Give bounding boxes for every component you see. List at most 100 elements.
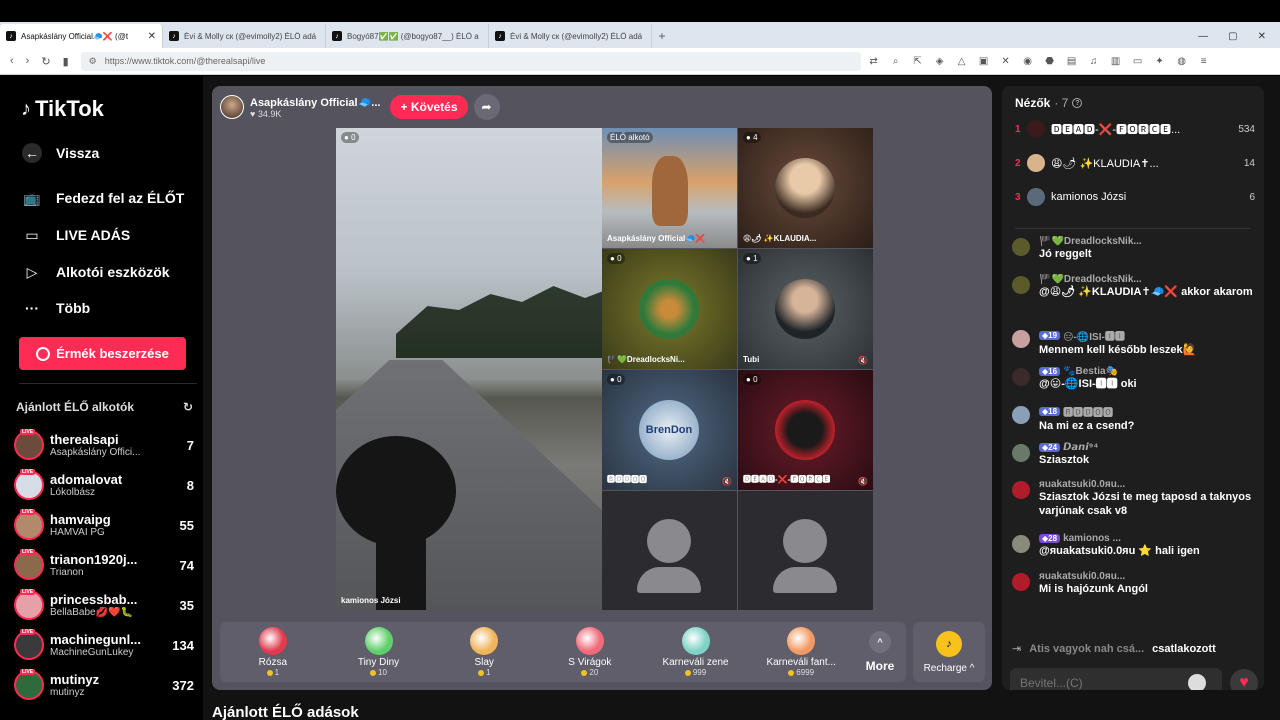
chat-username[interactable]: 🅱🅳🅳🅾🅾 <box>1063 404 1113 419</box>
extension-icon[interactable]: ▣ <box>977 56 991 67</box>
chat-body: ◆16 🐾Bestia🎭 @😛-🌐ISI-🅸🅸 oki <box>1039 366 1256 391</box>
empty-seat-tile[interactable] <box>602 491 737 610</box>
host-avatar[interactable] <box>220 95 244 119</box>
nav-creator-tools[interactable]: ▷ Alkotói eszközök <box>22 262 170 282</box>
gift-item[interactable]: Karneváli fant... 6999 <box>748 622 854 682</box>
url-field[interactable]: ⚙ https://www.tiktok.com/@therealsapi/li… <box>80 51 861 71</box>
nav-more[interactable]: ··· Több <box>22 298 90 318</box>
chat-avatar[interactable] <box>1012 330 1030 348</box>
chat-username[interactable]: 🏴💚DreadlocksNik... <box>1039 274 1142 285</box>
chat-text: Na mi ez a csend? <box>1039 420 1135 432</box>
chat-avatar[interactable] <box>1012 535 1030 553</box>
creator-name: adomalovat <box>50 472 123 487</box>
extension-icon[interactable]: ⬣ <box>1043 56 1057 67</box>
wallet-icon[interactable]: ▭ <box>1131 56 1145 67</box>
browser-tab[interactable]: ♪ Évi & Molly ск (@evimolly2) ÉLŐ adá <box>489 24 652 48</box>
gift-item[interactable]: Karneváli zene 999 <box>643 622 749 682</box>
refresh-icon[interactable]: ↻ <box>183 400 193 414</box>
browser-tab[interactable]: ♪ Bogyó87✅✅ (@bogyo87__) ÉLŐ a <box>326 24 489 48</box>
vpn-icon[interactable]: ◍ <box>1175 56 1189 67</box>
recharge-button[interactable]: ♪ Recharge ^ <box>913 622 985 682</box>
guest-tile[interactable]: ● 4 😩🌶 ✨KLAUDIA... <box>738 128 873 248</box>
new-tab-button[interactable]: + <box>652 24 672 48</box>
extension-icon[interactable]: ◉ <box>1021 56 1035 67</box>
chat-username[interactable]: 𝘿𝙖𝙣𝙞⁹⁴ <box>1063 442 1098 453</box>
extension-icon[interactable]: ✕ <box>999 56 1013 67</box>
recommended-creator[interactable]: LIVE machinegunl... MachineGunLukey 134 <box>14 628 194 662</box>
chat-username[interactable]: 🐾Bestia🎭 <box>1063 366 1118 377</box>
top-viewer[interactable]: 3 kamionos Józsi 6 <box>1015 187 1255 207</box>
follow-button[interactable]: + Követés <box>390 95 468 119</box>
menu-icon[interactable]: ≡ <box>1197 56 1211 67</box>
coin-icon <box>788 669 795 676</box>
site-settings-icon[interactable]: ⚙ <box>89 56 97 67</box>
share-icon[interactable]: ➦ <box>473 94 500 120</box>
browser-tab[interactable]: ♪ Évi & Molly ск (@evimolly2) ÉLŐ adá <box>163 24 326 48</box>
info-icon[interactable]: ? <box>1072 98 1083 108</box>
forward-arrow-icon[interactable]: › <box>26 55 30 68</box>
joined-user[interactable]: Atis vagyok nah csá... <box>1029 643 1144 655</box>
chat-username[interactable]: 😑-🌐ISI-🅸🅸 <box>1063 328 1125 343</box>
browser-tab[interactable]: ♪ Asapkáslány Official🧢❌ (@t ✕ <box>0 24 163 48</box>
heart-like-icon[interactable]: ♥ <box>1230 669 1258 690</box>
guest-tile[interactable]: ● 1 Tubi 🔇 <box>738 249 873 369</box>
tiktok-logo[interactable]: ♪ TikTok <box>21 96 104 122</box>
gift-item[interactable]: Rózsa 1 <box>220 622 326 682</box>
back-link[interactable]: ← Vissza <box>22 143 99 163</box>
recommended-creator[interactable]: LIVE princessbab... BellaBabe💋❤️🐛 35 <box>14 588 194 622</box>
nav-live-studio[interactable]: ▭ LIVE ADÁS <box>22 225 130 245</box>
chat-avatar[interactable] <box>1012 238 1030 256</box>
creator-viewer-count: 7 <box>186 437 194 453</box>
close-tab-icon[interactable]: ✕ <box>148 31 156 42</box>
reload-icon[interactable]: ↻ <box>41 55 50 68</box>
chat-username[interactable]: kamionos ... <box>1063 533 1121 544</box>
more-gifts-button[interactable]: ^ More <box>854 622 906 682</box>
nav-explore-live[interactable]: 📺 Fedezd fel az ÉLŐT <box>22 188 184 208</box>
get-coins-button[interactable]: Érmék beszerzése <box>19 337 186 370</box>
guest-tile[interactable]: ● 0 🅳🅴🅰🅳-❌-🅵🅾🆁🅲🅴 🔇 <box>738 370 873 490</box>
minimize-icon[interactable]: — <box>1198 31 1208 42</box>
gift-item[interactable]: S Virágok 20 <box>537 622 643 682</box>
host-name[interactable]: Asapkáslány Official🧢... <box>250 96 380 109</box>
bookmark-icon[interactable]: ▮ <box>63 55 69 68</box>
zoom-icon[interactable]: ⌕ <box>889 56 903 67</box>
puzzle-icon[interactable]: ✦ <box>1153 56 1167 67</box>
gift-item[interactable]: Tiny Diny 10 <box>326 622 432 682</box>
extension-icon[interactable]: ▤ <box>1065 56 1079 67</box>
shield-icon[interactable]: ◈ <box>933 56 947 67</box>
translate-icon[interactable]: ⇄ <box>867 56 881 67</box>
address-bar-row: ‹ › ↻ ▮ ⚙ https://www.tiktok.com/@therea… <box>0 48 1280 75</box>
viewers-title: Nézők <box>1015 96 1051 110</box>
close-window-icon[interactable]: ✕ <box>1258 31 1266 42</box>
recommended-creator[interactable]: LIVE adomalovat Lókolbász 8 <box>14 468 194 502</box>
maximize-icon[interactable]: ▢ <box>1228 31 1237 42</box>
top-viewer[interactable]: 1 🅳🅴🅰🅳-❌-🅵🅾🆁🅲🅴... 534 <box>1015 119 1255 139</box>
sidebar-icon[interactable]: ▥ <box>1109 56 1123 67</box>
emoji-icon[interactable] <box>1188 674 1206 690</box>
guest-tile[interactable]: ÉLŐ alkotó Asapkáslány Official🧢❌ <box>602 128 737 248</box>
chat-avatar[interactable] <box>1012 276 1030 294</box>
recommended-creator[interactable]: LIVE trianon1920j... Trianon 74 <box>14 548 194 582</box>
triangle-icon[interactable]: △ <box>955 56 969 67</box>
top-viewer[interactable]: 2 😩🌶 ✨KLAUDIA✝... 14 <box>1015 153 1255 173</box>
chat-avatar[interactable] <box>1012 368 1030 386</box>
media-icon[interactable]: ♫ <box>1087 56 1101 67</box>
chat-username[interactable]: ᴙuakatsuki0.0ᴙu... <box>1039 571 1125 582</box>
chat-avatar[interactable] <box>1012 444 1030 462</box>
chat-avatar[interactable] <box>1012 573 1030 591</box>
share-icon[interactable]: ⇱ <box>911 56 925 67</box>
chat-avatar[interactable] <box>1012 406 1030 424</box>
guest-tile[interactable]: BrenDon ● 0 🅱🅳🅳🅾🅾 🔇 <box>602 370 737 490</box>
gift-item[interactable]: Slay 1 <box>431 622 537 682</box>
guest-count: 0 <box>617 254 622 263</box>
main-video[interactable]: ● 0 kamionos Józsi <box>336 128 602 610</box>
recommended-creator[interactable]: LIVE therealsapi Asapkáslány Offici... 7 <box>14 428 194 462</box>
chat-username[interactable]: 🏴💚DreadlocksNik... <box>1039 236 1142 247</box>
chat-username[interactable]: ᴙuakatsuki0.0ᴙu... <box>1039 479 1125 490</box>
empty-seat-tile[interactable] <box>738 491 873 610</box>
recommended-creator[interactable]: LIVE mutinyz mutinyz 372 <box>14 668 194 702</box>
back-arrow-icon[interactable]: ‹ <box>10 55 14 68</box>
chat-avatar[interactable] <box>1012 481 1030 499</box>
recommended-creator[interactable]: LIVE hamvaipg HAMVAI PG 55 <box>14 508 194 542</box>
guest-tile[interactable]: ● 0 🏴💚DreadlocksNi... <box>602 249 737 369</box>
